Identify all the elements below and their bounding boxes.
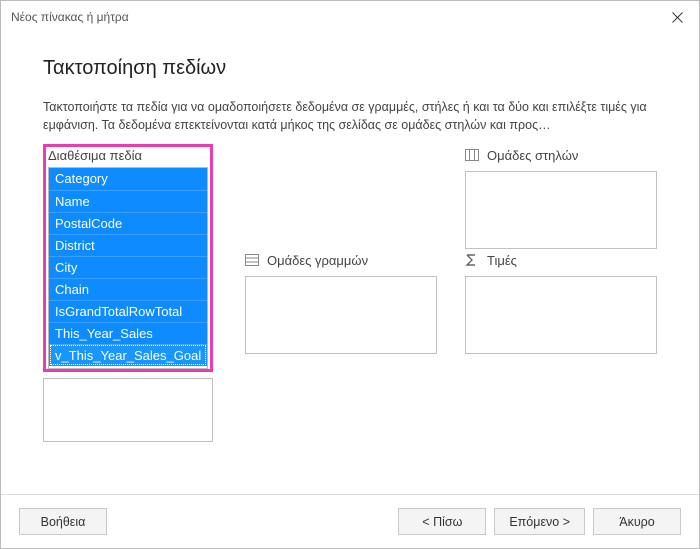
column-groups-dropzone[interactable] [465,171,657,249]
back-button[interactable]: < Πίσω [398,508,486,535]
row-groups-icon [245,254,259,268]
close-button[interactable] [655,2,699,32]
list-item[interactable]: District [49,234,207,256]
next-button[interactable]: Επόμενο > [494,508,585,535]
close-icon [672,12,683,23]
list-item[interactable]: This_Year_Sales [49,322,207,344]
available-fields-list[interactable]: Category Name PostalCode District City C… [48,167,208,369]
dialog-body: Τακτοποίηση πεδίων Τακτοποιήστε τα πεδία… [1,33,699,494]
row-groups-label-text: Ομάδες γραμμών [267,253,368,268]
column-groups-label: Ομάδες στηλών [465,148,657,163]
arrange-area: Διαθέσιμα πεδία Category Name PostalCode… [43,148,657,442]
values-label: Τιμές [465,253,657,268]
dialog-footer: Βοήθεια < Πίσω Επόμενο > Άκυρο [1,494,699,548]
list-item[interactable]: IsGrandTotalRowTotal [49,300,207,322]
titlebar: Νέος πίνακας ή μήτρα [1,1,699,33]
values-label-text: Τιμές [487,253,517,268]
help-button[interactable]: Βοήθεια [19,508,107,535]
cancel-button[interactable]: Άκυρο [593,508,681,535]
available-fields-label-text: Διαθέσιμα πεδία [48,148,142,163]
available-highlight: Διαθέσιμα πεδία Category Name PostalCode… [43,144,213,372]
list-item[interactable]: v_This_Year_Sales_Goal [49,344,207,366]
available-overflow-box[interactable] [43,378,213,442]
column-groups-label-text: Ομάδες στηλών [487,148,578,163]
list-item[interactable]: Name [49,190,207,212]
row-groups-label: Ομάδες γραμμών [245,253,437,268]
list-item[interactable]: Chain [49,278,207,300]
list-item[interactable]: PostalCode [49,212,207,234]
available-fields-column: Διαθέσιμα πεδία Category Name PostalCode… [43,148,213,442]
values-dropzone[interactable] [465,276,657,354]
row-groups-dropzone[interactable] [245,276,437,354]
wizard-dialog: Νέος πίνακας ή μήτρα Τακτοποίηση πεδίων … [0,0,700,549]
list-item[interactable]: City [49,256,207,278]
column-groups-icon [465,149,479,163]
sigma-icon [465,254,479,268]
list-item[interactable]: Category [49,168,207,190]
page-title: Τακτοποίηση πεδίων [43,57,657,80]
page-description: Τακτοποιήστε τα πεδία για να ομαδοποιήσε… [43,98,657,134]
drop-zones: Ομάδες στηλών Ομάδες γραμμών [245,148,657,442]
available-fields-label: Διαθέσιμα πεδία [48,148,208,163]
window-title: Νέος πίνακας ή μήτρα [11,10,129,24]
